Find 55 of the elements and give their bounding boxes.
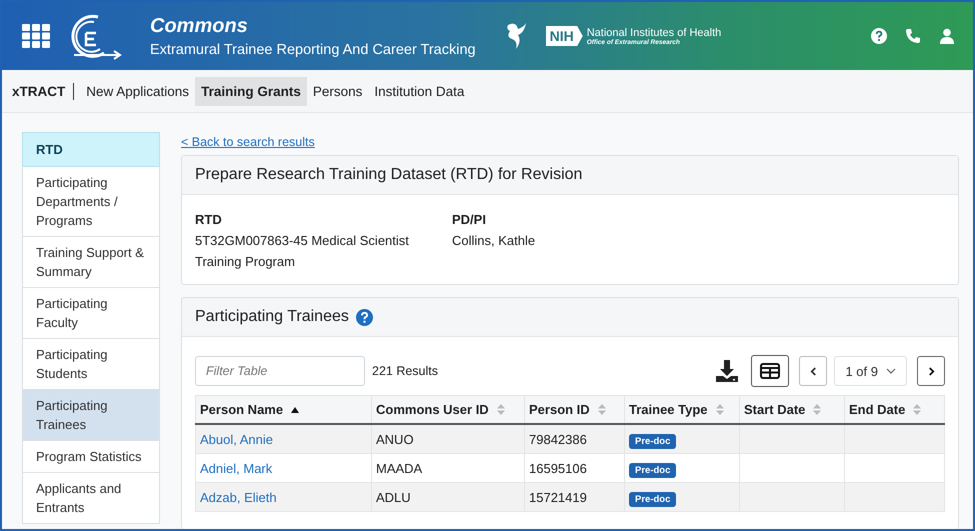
column-header[interactable]: Person ID: [524, 396, 624, 424]
grid-icon: [760, 363, 780, 379]
card-title: Prepare Research Training Dataset (RTD) for Revision: [182, 156, 958, 195]
help-icon[interactable]: [871, 28, 887, 44]
filter-field[interactable]: Filter Table: [195, 356, 365, 386]
field-label: RTD: [195, 211, 223, 229]
column-header[interactable]: End Date: [844, 396, 944, 424]
trainee-type-tag: Pre-doc: [629, 434, 676, 448]
field-value: 5T32GM007863-45 Medical Scientist Training Program: [195, 232, 410, 271]
field-label: PD/PI: [452, 211, 487, 229]
trainee-type-tag: Pre-doc: [629, 492, 676, 506]
sidebar-heading: RTD: [22, 132, 160, 167]
sidebar-item[interactable]: Applicants and Entrants: [22, 473, 160, 524]
table-cell: ANUO: [376, 432, 414, 446]
chevron-right-icon: [928, 366, 934, 376]
column-header[interactable]: Person Name: [196, 396, 372, 424]
table-cell: ADLU: [376, 490, 411, 504]
nav-tab[interactable]: Training Grants: [195, 76, 307, 106]
column-header[interactable]: Commons User ID: [372, 396, 524, 424]
sidebar-item[interactable]: Participating Faculty: [22, 288, 160, 339]
column-header[interactable]: Trainee Type: [624, 396, 740, 424]
download-icon[interactable]: [715, 359, 740, 383]
back-link[interactable]: < Back to search results: [181, 135, 315, 149]
nav-tab[interactable]: New Applications: [80, 76, 196, 106]
column-header[interactable]: Start Date: [740, 396, 844, 424]
table-cell: 79842386: [529, 432, 587, 446]
table-cell: MAADA: [376, 460, 422, 476]
next-page-button[interactable]: [917, 356, 945, 386]
nih-badge: NIH: [546, 26, 583, 46]
app-subtitle: Extramural Trainee Reporting And Career Tracking: [150, 42, 476, 58]
sidebar-item[interactable]: Participating Departments / Programs: [22, 167, 160, 237]
sidebar-item[interactable]: Participating Trainees: [22, 390, 160, 441]
app-title: Commons: [150, 14, 249, 38]
institute-name: National Institutes of Health: [586, 26, 722, 38]
phone-icon[interactable]: [905, 28, 921, 44]
table-cell: 15721419: [529, 490, 587, 504]
chevron-down-icon: [886, 368, 896, 374]
nav-tab[interactable]: Persons: [306, 76, 368, 106]
sidebar-item[interactable]: Training Support & Summary: [22, 237, 160, 288]
previous-page-button[interactable]: [799, 356, 828, 386]
column-layout-button[interactable]: [751, 355, 790, 387]
app-name: xTRACT: [12, 82, 74, 100]
sidebar-item[interactable]: Participating Students: [22, 339, 160, 390]
apps-grid-icon[interactable]: [22, 24, 50, 48]
page-select[interactable]: 1 of 9: [834, 356, 907, 386]
results-count: 221 Results: [372, 364, 438, 378]
chevron-left-icon: [810, 366, 817, 376]
field-value: Collins, Kathle: [452, 232, 536, 250]
trainee-type-tag: Pre-doc: [629, 462, 676, 478]
nav-tab[interactable]: Institution Data: [368, 76, 470, 106]
card-title: Participating Trainees: [195, 308, 349, 326]
user-icon[interactable]: [939, 28, 955, 44]
table-cell: 16595106: [529, 460, 587, 476]
sidebar-item[interactable]: Program Statistics: [22, 441, 160, 473]
help-icon[interactable]: [356, 308, 373, 326]
